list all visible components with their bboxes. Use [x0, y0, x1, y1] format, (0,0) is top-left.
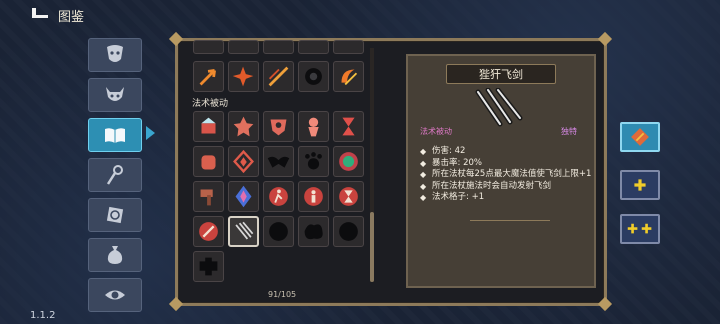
tab-pouch[interactable] [88, 238, 142, 272]
page-title: 图鉴 [58, 10, 85, 25]
crystal-icon [235, 185, 252, 208]
stat-line: 所在法杖每25点最大魔法值使飞剑上限+1 [420, 169, 592, 181]
version-label: 1.1.2 [30, 310, 56, 321]
grid-cell[interactable] [298, 181, 329, 212]
grid-cell[interactable] [333, 111, 364, 142]
grid-cell-selected[interactable] [228, 216, 259, 247]
flying-swords-icon [235, 221, 254, 240]
stat-line: 伤害: 42 [420, 146, 592, 158]
tab-book[interactable] [88, 118, 142, 152]
grid-cell[interactable] [193, 111, 224, 142]
pouch-icon [107, 246, 123, 264]
hammer-icon [200, 189, 213, 206]
vortex-icon [305, 68, 322, 85]
bat-wing-icon [267, 156, 290, 168]
grid-cell[interactable] [193, 216, 224, 247]
mask-icon [107, 45, 123, 62]
grid-cell[interactable] [228, 181, 259, 212]
grid-cell-partial[interactable] [298, 40, 329, 54]
grid-cell[interactable] [333, 146, 364, 177]
slot-view-button[interactable] [620, 122, 660, 152]
flame-diamond-icon [233, 149, 254, 174]
grid-cell-partial[interactable] [228, 40, 259, 54]
grid-cell[interactable] [298, 216, 329, 247]
eye-icon [105, 290, 125, 300]
star-badge-icon [233, 116, 254, 137]
demon-head-icon [106, 87, 124, 101]
flame-burst-icon [232, 66, 254, 87]
add-double-slot-button[interactable] [620, 214, 660, 244]
fist-icon [201, 155, 216, 170]
grid-cell[interactable] [263, 61, 294, 92]
flame-arrow-icon [199, 69, 216, 86]
grid-cell[interactable] [333, 181, 364, 212]
grid-cell-partial[interactable] [193, 40, 224, 54]
active-tab-indicator [146, 126, 155, 140]
grid-cell[interactable] [263, 181, 294, 212]
collection-counter: 91/105 [268, 290, 297, 299]
hourglass-icon [342, 117, 355, 136]
tab-demon[interactable] [88, 78, 142, 112]
divider-ornament [470, 212, 550, 221]
shadow-orb-icon [339, 222, 358, 241]
spirit-icon [308, 117, 319, 137]
tab-mask[interactable] [88, 38, 142, 72]
grid-cell[interactable] [263, 216, 294, 247]
grid-cell[interactable] [228, 146, 259, 177]
grid-cell[interactable] [298, 111, 329, 142]
heart-shield-icon [270, 119, 287, 136]
rune-icon [106, 206, 124, 224]
item-flying-sword-icon [475, 88, 523, 127]
grid-cell[interactable] [193, 251, 224, 282]
grid-cell[interactable] [263, 111, 294, 142]
shadow-splash-icon [304, 224, 323, 240]
grid-cell-partial[interactable] [333, 40, 364, 54]
item-stats: 伤害: 42 暴击率: 20% 所在法杖每25点最大魔法值使飞剑上限+1 所在法… [420, 146, 592, 204]
green-orb-icon [339, 152, 358, 171]
plus-icon [634, 179, 646, 191]
top-bar: 图鉴 [0, 0, 720, 28]
stat-line: 暴击率: 20% [420, 158, 592, 170]
slot-single-active-icon [631, 128, 649, 146]
red-hourglass-icon [339, 187, 358, 206]
grid-scroll-thumb[interactable] [370, 212, 374, 282]
item-rarity: 独特 [561, 127, 577, 136]
add-slot-button[interactable] [620, 170, 660, 200]
shadow-glyph-icon [199, 257, 218, 276]
red-sword-icon [199, 222, 218, 241]
item-name: 狴犴飞剑 [479, 68, 523, 81]
stat-line: 法术格子: +1 [420, 192, 592, 204]
twin-flame-arrow-icon [268, 66, 289, 87]
grid-cell[interactable] [333, 216, 364, 247]
tab-eye[interactable] [88, 278, 142, 312]
tab-rune[interactable] [88, 198, 142, 232]
grid-cell[interactable] [193, 181, 224, 212]
grid-cell[interactable] [263, 146, 294, 177]
paw-print-icon [305, 152, 322, 170]
grid-cell[interactable] [228, 111, 259, 142]
shadow-blob-icon [269, 222, 288, 241]
book-icon [105, 128, 125, 143]
grid-cell[interactable] [333, 61, 364, 92]
double-plus-icon [627, 223, 652, 234]
section-label: 法术被动 [192, 99, 229, 109]
grid-cell[interactable] [228, 61, 259, 92]
fire-crescent-icon [341, 69, 358, 86]
grid-cell-partial[interactable] [263, 40, 294, 54]
grid-cell[interactable] [193, 146, 224, 177]
back-arrow-icon[interactable] [28, 6, 50, 20]
staff-icon [106, 165, 123, 185]
item-type: 法术被动 [420, 127, 452, 136]
stat-line: 所在法杖施法时会自动发射飞剑 [420, 181, 592, 193]
tab-staff[interactable] [88, 158, 142, 192]
frost-chest-icon [201, 117, 216, 134]
grid-cell[interactable] [193, 61, 224, 92]
grid-cell[interactable] [298, 146, 329, 177]
figure-icon [304, 187, 323, 206]
runner-icon [269, 187, 288, 206]
grid-cell[interactable] [298, 61, 329, 92]
